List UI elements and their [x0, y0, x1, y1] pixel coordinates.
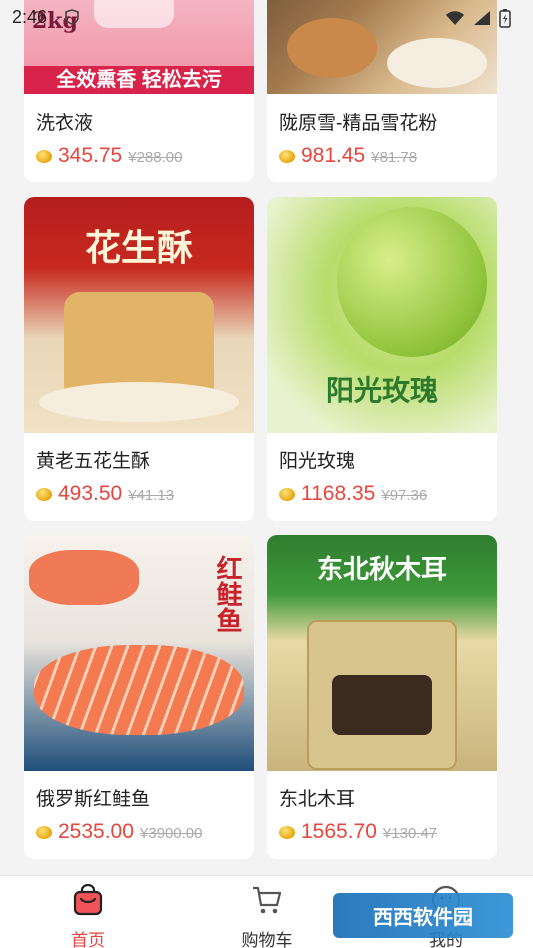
coin-icon: [279, 487, 295, 501]
product-image: 东北秋木耳: [267, 535, 497, 771]
product-title: 俄罗斯红鲑鱼: [36, 789, 151, 810]
product-image: 花生酥: [24, 197, 254, 433]
watermark-logo: 西西软件园: [333, 893, 513, 938]
battery-icon: [499, 9, 511, 28]
product-price: 345.75: [58, 144, 123, 167]
product-image-caption: 花生酥: [84, 227, 193, 269]
product-image-caption: 东北秋木耳: [316, 555, 447, 585]
product-price: 1565.70: [301, 820, 377, 843]
product-card[interactable]: 花生酥 黄老五花生酥 493.50 ¥41.13: [24, 197, 254, 521]
product-card[interactable]: 2kg 全效熏香 轻松去污 洗衣液 345.75 ¥288.00: [24, 0, 254, 182]
watermark-text: 西西软件园: [373, 907, 473, 929]
cart-icon: [253, 886, 282, 914]
shopping-bag-icon: [73, 884, 103, 916]
product-card[interactable]: 阳光玫瑰 阳光玫瑰 1168.35 ¥97.36: [267, 197, 497, 521]
price-row: 2535.00 ¥3900.00: [36, 820, 203, 844]
product-image: 红鲑鱼: [24, 535, 254, 771]
coin-icon: [36, 825, 52, 839]
tab-home[interactable]: 首页: [28, 876, 148, 948]
product-title: 阳光玫瑰: [279, 451, 356, 472]
tab-cart[interactable]: 购物车: [207, 876, 327, 948]
tab-cart-label: 购物车: [241, 931, 293, 948]
price-row: 1565.70 ¥130.47: [279, 820, 437, 844]
coin-icon: [36, 149, 52, 163]
product-original-price: ¥97.36: [381, 487, 428, 504]
price-row: 1168.35 ¥97.36: [279, 482, 427, 506]
product-title: 洗衣液: [36, 113, 94, 134]
product-image-caption: 阳光玫瑰: [325, 375, 438, 406]
coin-icon: [279, 825, 295, 839]
product-price: 1168.35: [301, 482, 376, 505]
product-image-caption: 红鲑鱼: [213, 555, 243, 633]
product-original-price: ¥288.00: [128, 149, 183, 166]
product-original-price: ¥41.13: [128, 487, 175, 504]
product-price: 2535.00: [58, 820, 134, 843]
product-image-caption: 全效熏香 轻松去污: [24, 66, 254, 94]
product-original-price: ¥3900.00: [139, 825, 203, 842]
product-image: [267, 0, 497, 94]
product-price: 981.45: [301, 144, 366, 167]
price-row: 345.75 ¥288.00: [36, 144, 182, 168]
product-card[interactable]: 东北秋木耳 东北木耳 1565.70 ¥130.47: [267, 535, 497, 859]
product-image: 阳光玫瑰: [267, 197, 497, 433]
coin-icon: [279, 149, 295, 163]
product-card[interactable]: 红鲑鱼 俄罗斯红鲑鱼 2535.00 ¥3900.00: [24, 535, 254, 859]
tab-home-label: 首页: [71, 931, 105, 948]
product-title: 东北木耳: [279, 789, 356, 810]
product-original-price: ¥130.47: [382, 825, 438, 842]
product-image: 2kg 全效熏香 轻松去污: [24, 0, 254, 94]
product-original-price: ¥81.78: [371, 149, 418, 166]
price-row: 493.50 ¥41.13: [36, 482, 174, 506]
product-card[interactable]: 陇原雪-精品雪花粉 981.45 ¥81.78: [267, 0, 497, 182]
product-price: 493.50: [58, 482, 123, 505]
product-title: 陇原雪-精品雪花粉: [279, 113, 438, 134]
coin-icon: [36, 487, 52, 501]
price-row: 981.45 ¥81.78: [279, 144, 417, 168]
product-title: 黄老五花生酥: [36, 451, 151, 472]
